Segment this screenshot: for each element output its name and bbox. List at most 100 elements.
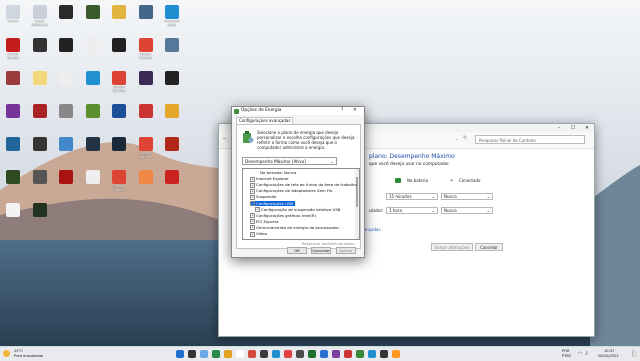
taskbar-app-icon[interactable] — [356, 350, 364, 358]
taskbar-app-icon[interactable] — [236, 350, 244, 358]
desktop-icon[interactable] — [135, 168, 157, 196]
desktop-icon[interactable] — [108, 102, 130, 130]
cancel-button[interactable]: Cancelar — [311, 247, 331, 254]
desktop-icon[interactable]: Google Chrome — [108, 69, 130, 97]
taskbar-app-icon[interactable] — [284, 350, 292, 358]
wifi-icon[interactable]: ◠ — [578, 351, 582, 357]
power-plan-select[interactable]: Desempenho Máximo [Ativo] ⌄ — [242, 157, 337, 165]
taskbar-app-icon[interactable] — [308, 350, 316, 358]
weather-temp[interactable]: 25°C — [14, 349, 23, 353]
tree-item[interactable]: − Configurações USB — [250, 200, 296, 206]
taskbar-app-icon[interactable] — [224, 350, 232, 358]
taskbar-app-icon[interactable] — [248, 350, 256, 358]
expand-icon[interactable]: + — [250, 231, 255, 237]
desktop-icon[interactable] — [55, 102, 77, 130]
desktop-icon[interactable] — [82, 168, 104, 196]
desktop-icon[interactable] — [82, 36, 104, 64]
desktop-icon[interactable] — [108, 3, 130, 31]
desktop-icon[interactable] — [55, 168, 77, 196]
expand-icon[interactable]: + — [250, 194, 255, 200]
desktop-icon[interactable]: Show Utilidades — [29, 3, 51, 31]
taskbar-app-icon[interactable] — [344, 350, 352, 358]
desktop-icon[interactable] — [135, 69, 157, 97]
cancel-button[interactable]: Cancelar — [475, 243, 503, 251]
desktop-icon[interactable] — [29, 102, 51, 130]
desktop-icon[interactable] — [2, 69, 24, 97]
sleep-plugged-select[interactable]: Nunca ⌄ — [441, 207, 493, 214]
display-plugged-select[interactable]: Nunca ⌄ — [441, 193, 493, 200]
taskbar-app-icon[interactable] — [272, 350, 280, 358]
desktop-icon[interactable] — [29, 69, 51, 97]
desktop-icon[interactable] — [161, 135, 183, 163]
desktop-icon[interactable]: Microsoft Edge — [161, 3, 183, 31]
tree-item[interactable]: + Configuração de suspensão seletiva USB — [255, 207, 340, 213]
desktop-icon[interactable] — [55, 69, 77, 97]
desktop-icon[interactable] — [108, 135, 130, 163]
desktop-icon[interactable] — [82, 102, 104, 130]
desktop-icon[interactable]: Lixeira — [2, 3, 24, 31]
desktop-icon[interactable] — [55, 3, 77, 31]
save-button[interactable]: Salvar alterações — [431, 243, 473, 251]
minimize-icon[interactable]: – — [552, 124, 566, 132]
desktop-icon[interactable] — [2, 102, 24, 130]
clock-time[interactable]: 10:37 — [604, 349, 614, 353]
tree-item[interactable]: Na tomada: Nunca — [260, 170, 296, 175]
taskbar-app-icon[interactable] — [296, 350, 304, 358]
dialog-titlebar[interactable]: Opções de Energia ? ✕ — [232, 107, 364, 115]
desktop-icon[interactable] — [82, 3, 104, 31]
taskbar-app-icon[interactable] — [200, 350, 208, 358]
collapse-icon[interactable]: − — [250, 201, 255, 206]
power-options-dialog[interactable]: Opções de Energia ? ✕ Configurações avan… — [231, 106, 365, 258]
back-arrow-icon[interactable]: ← — [223, 136, 227, 142]
taskbar-app-icon[interactable] — [320, 350, 328, 358]
expand-icon[interactable]: + — [250, 176, 255, 182]
close-icon[interactable]: ✕ — [580, 124, 594, 132]
taskbar-app-icon[interactable] — [368, 350, 376, 358]
clock-date[interactable]: 26/10/2022 — [598, 354, 619, 358]
desktop-icon[interactable] — [82, 69, 104, 97]
tree-item[interactable]: + Internet Explorer — [250, 176, 289, 182]
desktop-icon[interactable] — [161, 168, 183, 196]
tree-item[interactable]: + Suspender — [250, 194, 277, 200]
ok-button[interactable]: OK — [287, 247, 307, 254]
weather-icon[interactable] — [3, 350, 10, 357]
taskbar-app-icon[interactable] — [392, 350, 400, 358]
tree-scrollbar[interactable] — [355, 169, 359, 239]
expand-icon[interactable]: + — [250, 188, 255, 194]
language-indicator[interactable]: POR — [562, 349, 570, 353]
expand-icon[interactable]: + — [250, 225, 255, 231]
expand-icon[interactable]: + — [250, 182, 255, 188]
weather-text[interactable]: Pred ensolarado — [14, 354, 43, 358]
taskbar-app-icon[interactable] — [260, 350, 268, 358]
chevron-down-icon[interactable]: ⌄ — [455, 136, 458, 141]
desktop-icon[interactable] — [2, 135, 24, 163]
apply-button[interactable]: Aplicar — [336, 247, 356, 254]
help-icon[interactable]: ? — [341, 108, 343, 113]
show-desktop-button[interactable] — [632, 350, 637, 357]
tree-item[interactable]: + Gerenciamento de energia do processador — [250, 225, 339, 231]
keyboard-indicator[interactable]: PTB2 — [562, 354, 571, 358]
sleep-battery-select[interactable]: 1 hora ⌄ — [386, 207, 438, 214]
expand-icon[interactable]: + — [255, 207, 260, 213]
desktop-icon[interactable] — [29, 36, 51, 64]
desktop-icon[interactable] — [161, 69, 183, 97]
settings-tree[interactable]: Na tomada: Nunca + Internet Explorer + Confi… — [242, 168, 360, 240]
desktop-icon[interactable] — [135, 102, 157, 130]
desktop-icon[interactable]: Google Chrome — [108, 168, 130, 196]
start-icon[interactable] — [176, 350, 184, 358]
maximize-icon[interactable]: ☐ — [566, 124, 580, 132]
desktop-icon[interactable] — [108, 36, 130, 64]
tree-item[interactable]: + Vídeo — [250, 231, 267, 237]
desktop-icon[interactable]: Adobe Reader — [2, 36, 24, 64]
tree-item[interactable]: + Configurações de Adaptadores Sem Fio — [250, 188, 332, 194]
tree-item[interactable]: + PCI Express — [250, 219, 279, 225]
volume-icon[interactable]: ♪ — [585, 351, 588, 357]
desktop-icon[interactable] — [29, 135, 51, 163]
desktop-icon[interactable]: Google Chrome — [135, 135, 157, 163]
desktop-icon[interactable] — [2, 201, 24, 229]
taskbar-app-icon[interactable] — [380, 350, 388, 358]
desktop-icon[interactable] — [29, 201, 51, 229]
desktop-icon[interactable] — [55, 36, 77, 64]
desktop-icon[interactable] — [161, 36, 183, 64]
taskbar-app-icon[interactable] — [188, 350, 196, 358]
